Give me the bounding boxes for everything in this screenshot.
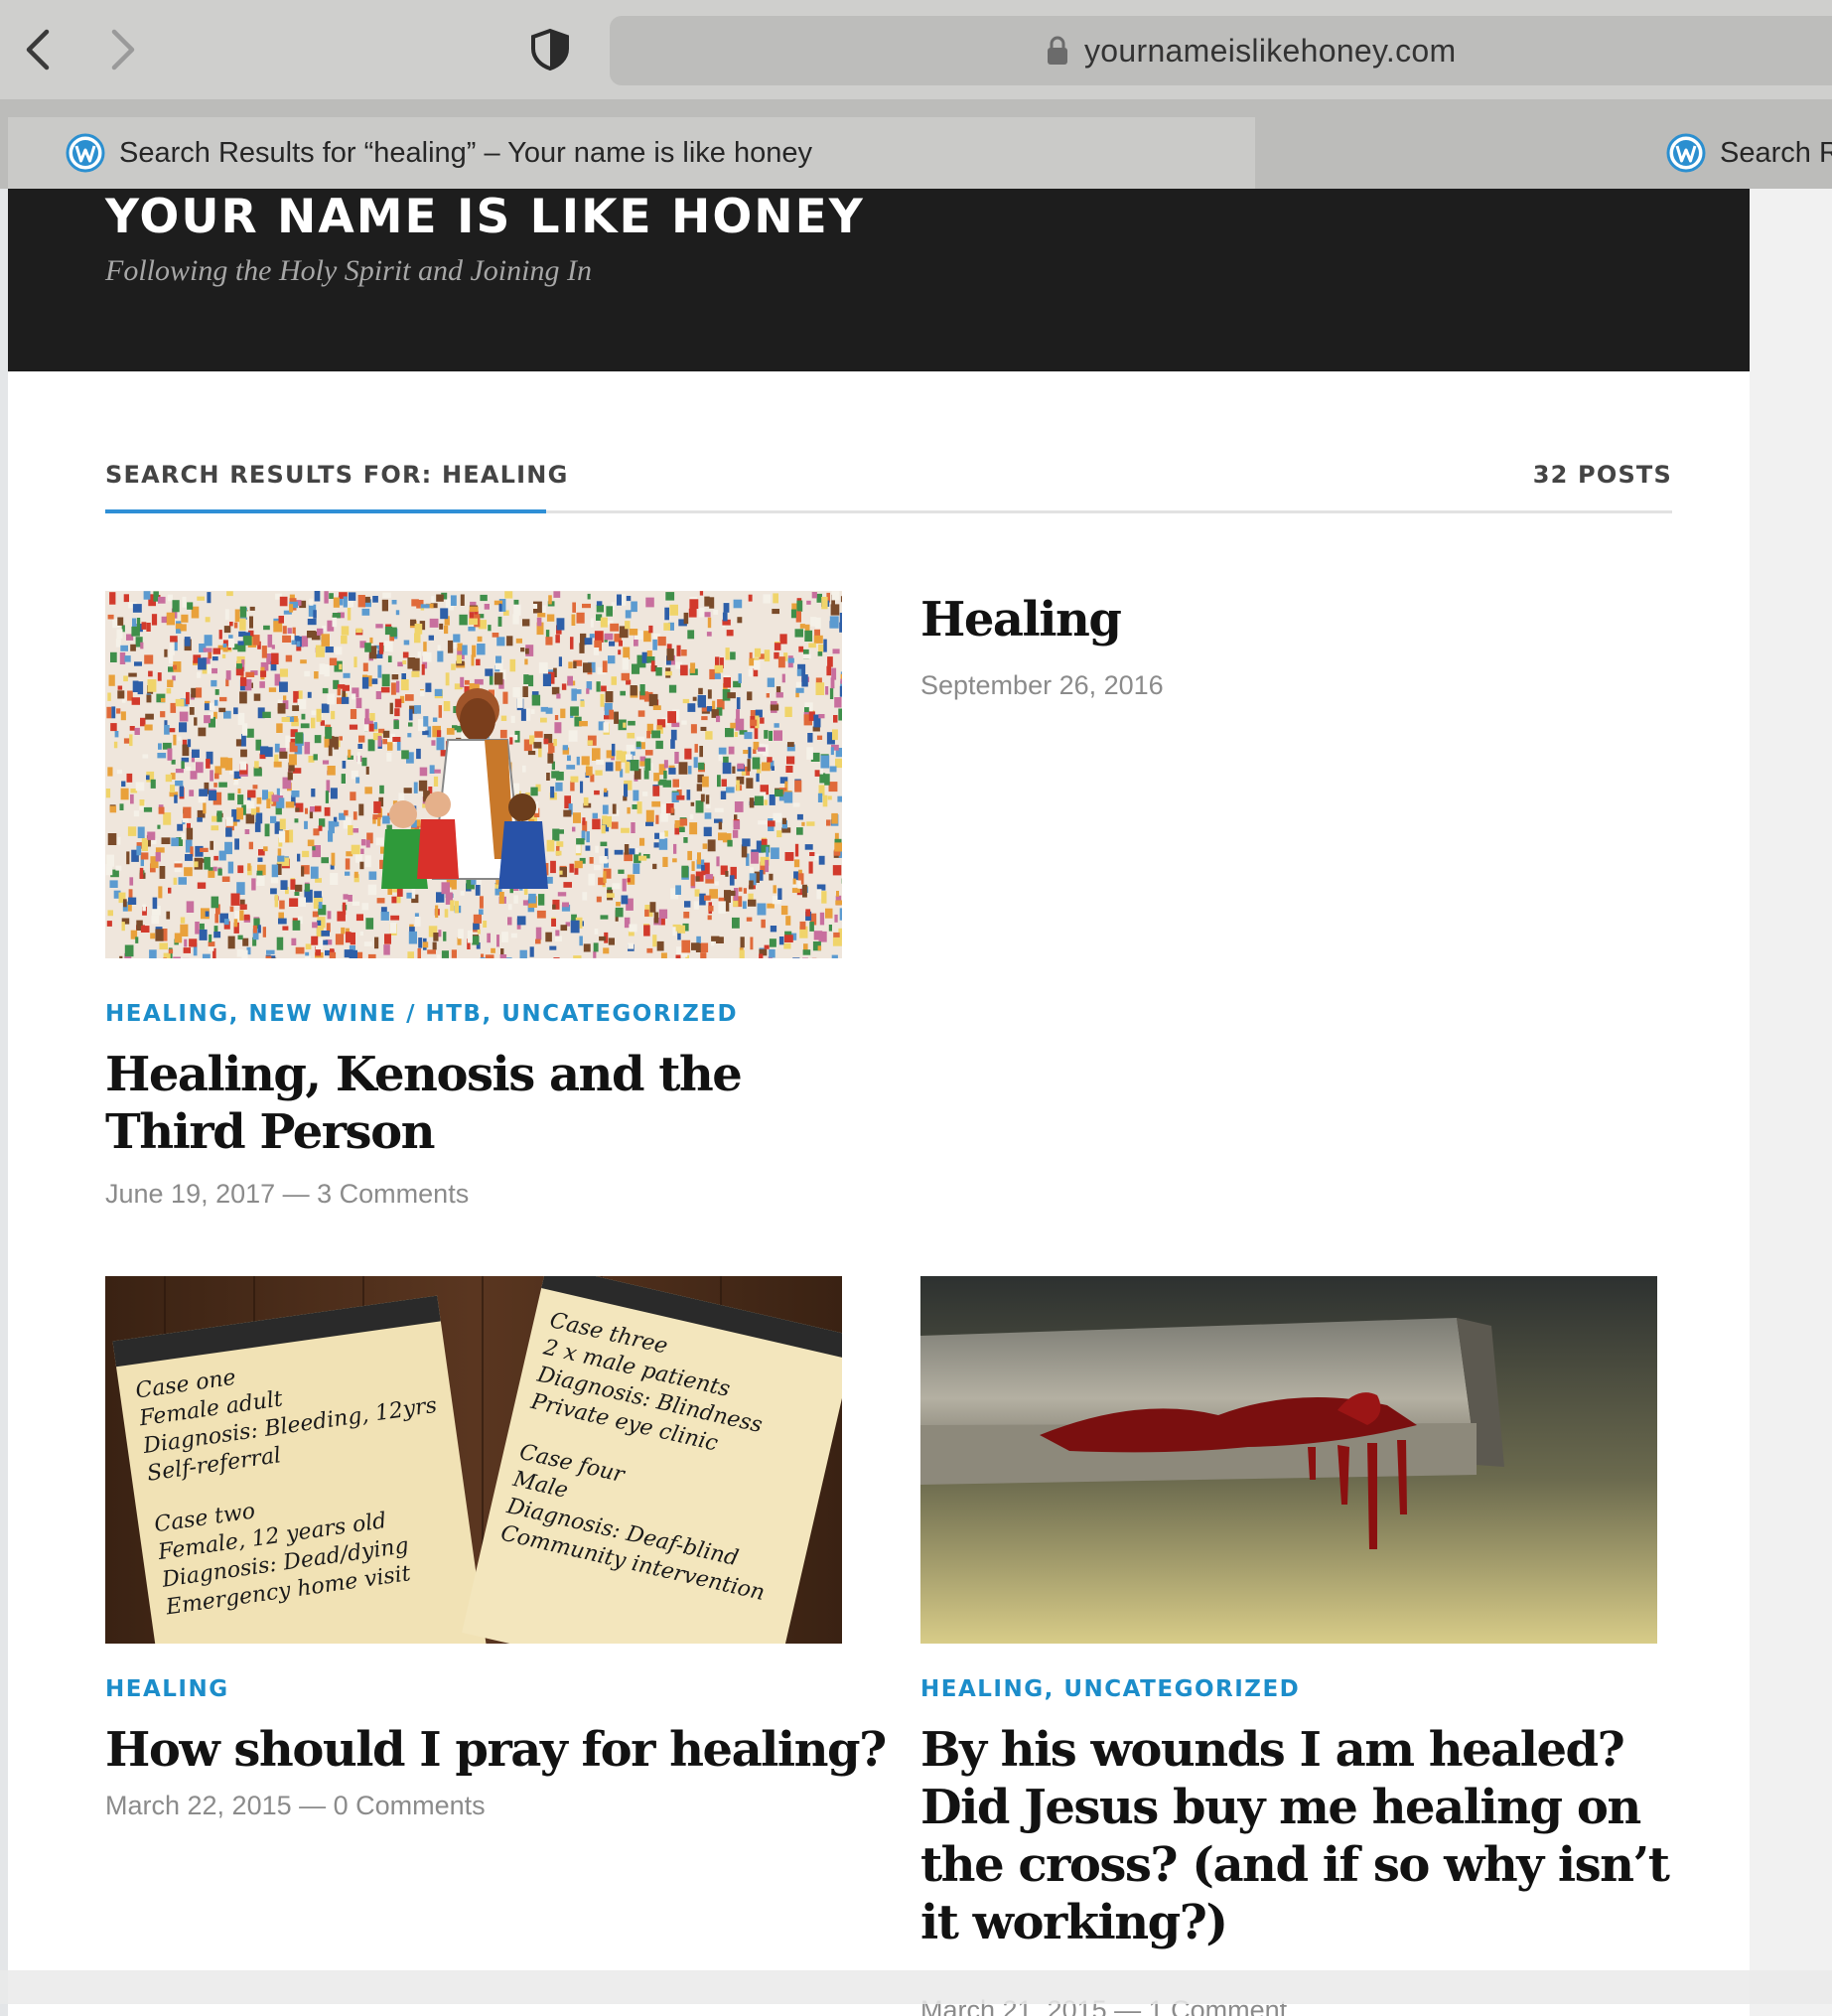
url-text: yournameislikehoney.com: [1084, 33, 1456, 70]
post-thumbnail-crowd[interactable]: [105, 591, 842, 958]
post-title[interactable]: Healing, Kenosis and the Third Person: [105, 1046, 842, 1161]
address-bar[interactable]: yournameislikehoney.com: [610, 16, 1832, 85]
privacy-shield-icon[interactable]: [528, 28, 572, 72]
post-meta: September 26, 2016: [920, 670, 1164, 701]
post-card[interactable]: HEALING, NEW WINE / HTB, UNCATEGORIZED H…: [105, 591, 842, 1207]
tab-title: Search R: [1720, 137, 1832, 170]
wordpress-icon: [66, 133, 105, 173]
site-title[interactable]: YOUR NAME IS LIKE HONEY: [105, 189, 865, 246]
post-thumbnail-cross[interactable]: [920, 1276, 1657, 1644]
post-card[interactable]: Case one Female adult Diagnosis: Bleedin…: [105, 1276, 842, 1832]
post-count: 32 POSTS: [1533, 461, 1672, 489]
case-notes-illustration: Case one Female adult Diagnosis: Bleedin…: [105, 1276, 842, 1644]
chevron-left-icon: [23, 28, 53, 72]
chevron-right-icon: [108, 28, 138, 72]
post-meta: March 22, 2015 — 0 Comments: [105, 1791, 486, 1821]
tab-search-results-2[interactable]: Search R: [1255, 117, 1832, 189]
tab-title: Search Results for “healing” – Your name…: [119, 137, 812, 170]
post-thumbnail-case-notes[interactable]: Case one Female adult Diagnosis: Bleedin…: [105, 1276, 842, 1644]
site-tagline: Following the Holy Spirit and Joining In: [105, 254, 592, 288]
post-title[interactable]: Healing: [920, 591, 1675, 648]
post-categories[interactable]: HEALING: [105, 1676, 229, 1702]
cross-illustration: [920, 1276, 1657, 1644]
post-categories[interactable]: HEALING, NEW WINE / HTB, UNCATEGORIZED: [105, 1001, 738, 1027]
post-card[interactable]: HEALING, UNCATEGORIZED By his wounds I a…: [920, 1276, 1675, 2016]
search-results-header: SEARCH RESULTS FOR: HEALING 32 POSTS: [105, 461, 1672, 513]
search-results-label: SEARCH RESULTS FOR: HEALING: [105, 461, 568, 489]
post-categories[interactable]: HEALING, UNCATEGORIZED: [920, 1676, 1300, 1702]
post-title[interactable]: How should I pray for healing?: [105, 1721, 842, 1779]
post-card[interactable]: Healing September 26, 2016: [920, 591, 1675, 750]
forward-button[interactable]: [103, 22, 143, 77]
page-gutter: [1750, 189, 1832, 2016]
tab-bar: Search Results for “healing” – Your name…: [0, 99, 1832, 189]
results-underline: [105, 509, 546, 513]
tab-search-results[interactable]: Search Results for “healing” – Your name…: [8, 117, 1255, 189]
site-header: YOUR NAME IS LIKE HONEY Following the Ho…: [8, 189, 1750, 371]
wordpress-icon: [1666, 133, 1706, 173]
post-title[interactable]: By his wounds I am healed? Did Jesus buy…: [920, 1721, 1675, 1951]
post-meta: June 19, 2017 — 3 Comments: [105, 1179, 469, 1210]
browser-toolbar: yournameislikehoney.com: [0, 0, 1832, 99]
bottom-fade: [0, 1970, 1832, 2004]
web-page: YOUR NAME IS LIKE HONEY Following the Ho…: [8, 189, 1750, 2016]
back-button[interactable]: [18, 22, 58, 77]
crowd-illustration: [105, 591, 842, 958]
lock-icon: [1047, 36, 1068, 66]
